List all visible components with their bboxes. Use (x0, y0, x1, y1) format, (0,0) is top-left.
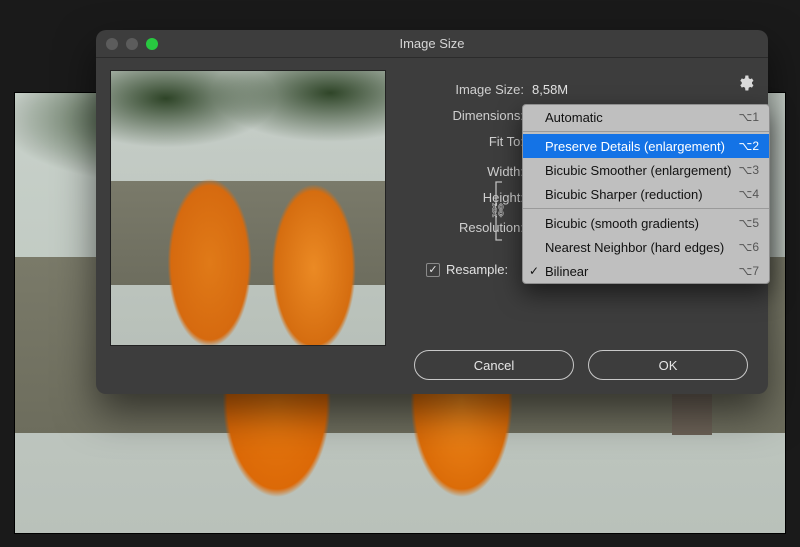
dropdown-item-shortcut: ⌥3 (738, 163, 759, 177)
label-width: Width: (402, 164, 532, 179)
value-image-size: 8,58M (532, 82, 568, 97)
label-fit-to: Fit To: (402, 134, 532, 149)
dropdown-item-label: Bicubic Smoother (enlargement) (545, 163, 731, 178)
resample-dropdown[interactable]: Automatic ⌥1 Preserve Details (enlargeme… (522, 104, 770, 284)
dropdown-item-shortcut: ⌥2 (738, 139, 759, 153)
dropdown-item-bicubic-sharper[interactable]: Bicubic Sharper (reduction) ⌥4 (523, 182, 769, 206)
dropdown-item-shortcut: ⌥4 (738, 187, 759, 201)
dropdown-item-label: Nearest Neighbor (hard edges) (545, 240, 724, 255)
window-traffic-lights[interactable] (106, 38, 158, 50)
dropdown-item-bicubic-smoother[interactable]: Bicubic Smoother (enlargement) ⌥3 (523, 158, 769, 182)
dropdown-separator (523, 131, 769, 132)
dropdown-item-label: Bicubic Sharper (reduction) (545, 187, 703, 202)
dialog-buttons: Cancel OK (414, 350, 748, 380)
dropdown-item-label: Bilinear (545, 264, 588, 279)
label-image-size: Image Size: (402, 82, 532, 97)
dropdown-item-shortcut: ⌥1 (738, 110, 759, 124)
ok-button[interactable]: OK (588, 350, 748, 380)
image-preview (110, 70, 386, 346)
dropdown-item-bilinear[interactable]: ✓ Bilinear ⌥7 (523, 259, 769, 283)
gear-icon[interactable] (736, 74, 754, 92)
dropdown-item-label: Bicubic (smooth gradients) (545, 216, 699, 231)
traffic-zoom[interactable] (146, 38, 158, 50)
dropdown-item-shortcut: ⌥5 (738, 216, 759, 230)
dropdown-item-label: Preserve Details (enlargement) (545, 139, 725, 154)
dropdown-item-automatic[interactable]: Automatic ⌥1 (523, 105, 769, 129)
dropdown-item-nearest-neighbor[interactable]: Nearest Neighbor (hard edges) ⌥6 (523, 235, 769, 259)
check-icon: ✓ (529, 264, 539, 278)
traffic-minimize[interactable] (126, 38, 138, 50)
label-resolution: Resolution: (402, 220, 532, 235)
dialog-titlebar: Image Size (96, 30, 768, 58)
cancel-button[interactable]: Cancel (414, 350, 574, 380)
resample-checkbox[interactable] (426, 263, 440, 277)
dialog-title: Image Size (96, 36, 768, 51)
label-height: Height: (402, 190, 532, 205)
dropdown-item-label: Automatic (545, 110, 603, 125)
label-dimensions: Dimensions: (402, 108, 532, 123)
dropdown-item-bicubic-smooth[interactable]: Bicubic (smooth gradients) ⌥5 (523, 211, 769, 235)
traffic-close[interactable] (106, 38, 118, 50)
dropdown-item-shortcut: ⌥6 (738, 240, 759, 254)
row-image-size: Image Size: 8,58M (402, 76, 754, 102)
label-resample: Resample: (446, 262, 508, 277)
dropdown-separator (523, 208, 769, 209)
dropdown-item-shortcut: ⌥7 (738, 264, 759, 278)
dropdown-item-preserve-details[interactable]: Preserve Details (enlargement) ⌥2 (523, 134, 769, 158)
